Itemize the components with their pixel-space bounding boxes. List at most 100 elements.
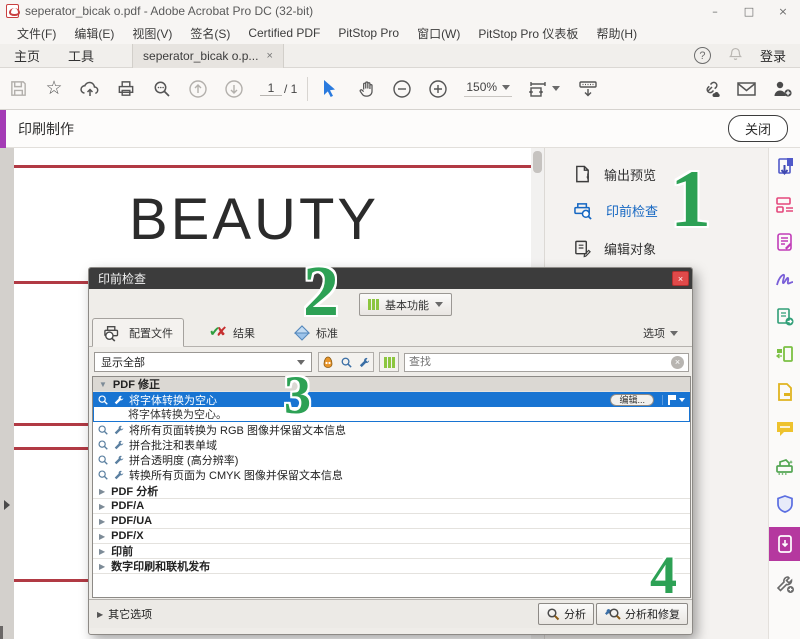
menu-file[interactable]: 文件(F)	[8, 25, 65, 42]
export-pdf-icon[interactable]	[774, 156, 796, 178]
scan-ocr-icon[interactable]	[774, 456, 796, 478]
hand-tool-icon[interactable]	[348, 72, 384, 106]
list-group[interactable]: ▶ PDF 分析	[93, 484, 690, 499]
checks-filter-icon[interactable]	[337, 353, 355, 371]
panel-item-edit-object[interactable]: 编辑对象	[573, 238, 656, 258]
previous-page-icon[interactable]	[180, 72, 216, 106]
organize-pages-icon[interactable]	[774, 343, 796, 365]
protect-icon[interactable]	[774, 493, 796, 515]
menu-certified-pdf[interactable]: Certified PDF	[239, 26, 329, 40]
bell-icon[interactable]	[727, 46, 744, 66]
star-icon[interactable]: ☆	[36, 72, 72, 106]
chevron-down-icon	[670, 331, 678, 336]
create-pdf-icon[interactable]	[774, 194, 796, 216]
wrench-icon	[113, 394, 125, 406]
redact-page-icon[interactable]	[774, 381, 796, 403]
list-item-selected[interactable]: 将字体转换为空心 编辑...	[93, 392, 690, 407]
menu-window[interactable]: 窗口(W)	[408, 25, 469, 42]
document-headline: BEAUTY	[129, 186, 379, 253]
triangle-right-icon: ▶	[99, 517, 105, 526]
next-page-icon[interactable]	[216, 72, 252, 106]
menu-sign[interactable]: 签名(S)	[181, 25, 239, 42]
add-person-icon[interactable]	[764, 72, 800, 106]
tab-document[interactable]: seperator_bicak o.p... ×	[132, 44, 284, 68]
zoom-in-icon[interactable]	[420, 72, 456, 106]
edit-pdf-icon[interactable]	[774, 231, 796, 253]
options-menu[interactable]: 选项	[643, 325, 678, 341]
clear-search-icon[interactable]: ×	[671, 356, 684, 369]
scrollbar-thumb[interactable]	[533, 151, 542, 173]
wrench-icon	[113, 454, 125, 466]
sign-in-button[interactable]: 登录	[760, 46, 786, 65]
page-number-input[interactable]: 1	[260, 81, 282, 96]
add-tools-icon[interactable]	[774, 573, 796, 595]
list-item[interactable]: 将所有页面转换为 RGB 图像并保留文本信息	[93, 422, 690, 437]
comment-icon[interactable]	[774, 418, 796, 440]
preflight-dialog: 印前检查 × 基本功能 配置文件 ✔✘ 结果 标准 选项	[88, 267, 693, 635]
list-group-pdf-fixups[interactable]: ▼ PDF 修正	[93, 377, 690, 392]
search-field[interactable]: ×	[404, 353, 689, 372]
help-icon[interactable]: ?	[694, 47, 711, 64]
menu-view[interactable]: 视图(V)	[123, 25, 181, 42]
share-link-icon[interactable]	[692, 72, 728, 106]
annotation-step-1: 1	[670, 158, 711, 240]
panel-item-output-preview[interactable]: 输出预览	[573, 164, 656, 184]
expand-panel-icon[interactable]	[4, 500, 10, 510]
fixups-wrench-icon[interactable]	[355, 353, 373, 371]
profiles-list: ▼ PDF 修正 将字体转换为空心 编辑... 将字体转换为空心。 将所有页面转…	[92, 376, 691, 598]
list-group[interactable]: ▶ 数字印刷和联机发布	[93, 559, 690, 574]
tab-profiles[interactable]: 配置文件	[92, 318, 184, 347]
list-item[interactable]: 拼合透明度 (高分辨率)	[93, 452, 690, 467]
list-item[interactable]: 拼合批注和表单域	[93, 437, 690, 452]
list-group[interactable]: ▶ PDF/A	[93, 499, 690, 514]
library-toggle-icon[interactable]	[379, 352, 399, 372]
wrench-icon	[113, 424, 125, 436]
dialog-title-bar[interactable]: 印前检查 ×	[89, 268, 692, 289]
menu-edit[interactable]: 编辑(E)	[65, 25, 123, 42]
toolbar-pin-icon[interactable]	[570, 72, 606, 106]
panel-item-preflight[interactable]: 印前检查	[573, 201, 658, 220]
fit-width-icon[interactable]	[520, 72, 556, 106]
analyze-button[interactable]: 分析	[538, 603, 594, 625]
library-select-button[interactable]: 基本功能	[359, 293, 452, 316]
list-group[interactable]: ▶ 印前	[93, 544, 690, 559]
tab-tools[interactable]: 工具	[54, 46, 108, 65]
cloud-upload-icon[interactable]	[72, 72, 108, 106]
email-icon[interactable]	[728, 72, 764, 106]
analyze-fix-button[interactable]: 分析和修复	[596, 603, 688, 625]
menu-pitstop-pro[interactable]: PitStop Pro	[329, 26, 408, 40]
fill-sign-icon[interactable]	[774, 269, 796, 291]
fixup-filter-icon[interactable]	[319, 353, 337, 371]
zoom-level-select[interactable]: 150%	[464, 80, 512, 97]
chevron-down-icon[interactable]	[552, 86, 560, 91]
triangle-right-icon: ▶	[99, 487, 105, 496]
show-all-select[interactable]: 显示全部	[94, 352, 312, 372]
maximize-icon[interactable]: □	[732, 0, 766, 22]
tab-home[interactable]: 主页	[0, 46, 54, 65]
group-label: PDF/X	[111, 530, 143, 542]
edit-button[interactable]: 编辑...	[610, 394, 654, 406]
list-item[interactable]: 转换所有页面为 CMYK 图像并保留文本信息	[93, 467, 690, 482]
minimize-icon[interactable]: –	[698, 0, 732, 22]
menu-pitstop-dashboard[interactable]: PitStop Pro 仪表板	[469, 25, 587, 42]
select-tool-icon[interactable]	[312, 72, 348, 106]
tab-close-icon[interactable]: ×	[266, 50, 272, 62]
tab-results[interactable]: ✔✘ 结果	[199, 318, 265, 347]
print-icon[interactable]	[108, 72, 144, 106]
close-icon[interactable]: ×	[766, 0, 800, 22]
dialog-close-icon[interactable]: ×	[672, 271, 689, 286]
print-production-icon[interactable]	[774, 533, 796, 555]
menu-help[interactable]: 帮助(H)	[587, 25, 646, 42]
other-options-expander[interactable]: ▶ 其它选项	[97, 606, 152, 622]
close-tool-button[interactable]: 关闭	[728, 115, 788, 142]
export-combine-icon[interactable]	[774, 306, 796, 328]
group-label: PDF/UA	[111, 515, 152, 527]
search-input[interactable]	[409, 356, 671, 368]
list-group[interactable]: ▶ PDF/X	[93, 529, 690, 544]
search-icon[interactable]	[144, 72, 180, 106]
zoom-out-icon[interactable]	[384, 72, 420, 106]
analyze-fix-label: 分析和修复	[625, 606, 680, 622]
save-icon[interactable]	[0, 72, 36, 106]
flag-dropdown[interactable]	[662, 395, 685, 405]
list-group[interactable]: ▶ PDF/UA	[93, 514, 690, 529]
